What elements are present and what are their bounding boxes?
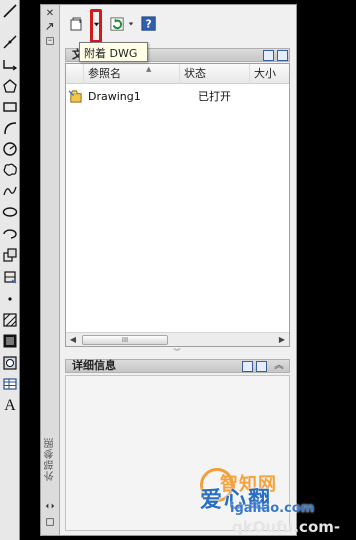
column-size[interactable]: 大小	[250, 64, 294, 84]
line-tool-icon[interactable]	[1, 2, 19, 20]
circle-tool-icon[interactable]	[1, 140, 19, 158]
multiline-text-tool[interactable]: A	[1, 397, 19, 415]
draw-toolbar: A	[0, 0, 20, 540]
ellipse-tool-icon[interactable]	[1, 203, 19, 221]
tree-view-icon[interactable]	[277, 50, 288, 61]
column-header-row: 参照名 ▲ 状态 大小	[66, 64, 289, 84]
column-icon-spacer	[66, 64, 84, 84]
column-reference-name[interactable]: 参照名 ▲	[84, 64, 180, 84]
refresh-dropdown-icon[interactable]	[127, 14, 135, 34]
properties-icon[interactable]	[44, 35, 56, 47]
grip-arrows-icon[interactable]	[44, 500, 56, 512]
horizontal-scrollbar[interactable]: ◀ III ▶	[66, 332, 289, 346]
details-panel	[65, 375, 290, 531]
collapse-chevron-icon[interactable]: ︽	[273, 360, 285, 372]
polygon-tool-icon[interactable]	[1, 77, 19, 95]
palette-menu-icon[interactable]	[44, 516, 56, 528]
status-cell: 已打开	[198, 90, 231, 103]
insert-block-tool-icon[interactable]	[1, 246, 19, 264]
autohide-icon[interactable]	[44, 21, 56, 33]
palette-toolbar: ?	[67, 9, 167, 43]
list-view-icon[interactable]	[263, 50, 274, 61]
attach-dwg-tooltip: 附着 DWG	[79, 42, 148, 62]
sort-ascending-icon: ▲	[146, 65, 152, 73]
column-label: 状态	[184, 67, 206, 80]
make-block-tool-icon[interactable]	[1, 268, 19, 286]
revision-cloud-tool-icon[interactable]	[1, 161, 19, 179]
xref-palette: ✕ 外部参照 ? 附着 DWG 文 参照名 ▲ 状态 大小 Drawing1 已…	[40, 4, 297, 536]
column-status[interactable]: 状态	[180, 64, 250, 84]
svg-text:?: ?	[145, 18, 151, 31]
details-view-icon[interactable]	[242, 361, 253, 372]
help-button[interactable]: ?	[140, 14, 158, 34]
column-label: 大小	[254, 67, 276, 80]
preview-view-icon[interactable]	[256, 361, 267, 372]
polyline-tool-icon[interactable]	[1, 55, 19, 73]
drawing-file-icon	[68, 89, 83, 110]
reference-name-cell: Drawing1	[88, 90, 141, 103]
palette-titlebar[interactable]: ✕ 外部参照	[41, 5, 60, 535]
table-row[interactable]: Drawing1 已打开	[66, 88, 289, 106]
column-label: 参照名	[88, 67, 121, 80]
spline-tool-icon[interactable]	[1, 182, 19, 200]
close-icon[interactable]: ✕	[44, 7, 56, 19]
refresh-button[interactable]	[107, 14, 127, 34]
file-references-list[interactable]: 参照名 ▲ 状态 大小 Drawing1 已打开 ◀ III ▶	[65, 63, 290, 347]
palette-body: ? 附着 DWG 文 参照名 ▲ 状态 大小 Drawing1 已打开 ◀ II…	[61, 5, 296, 535]
attach-dwg-button[interactable]	[67, 14, 87, 34]
hatch-tool-icon[interactable]	[1, 311, 19, 329]
region-tool-icon[interactable]	[1, 354, 19, 372]
panel-splitter[interactable]: ︾	[171, 348, 183, 356]
attach-dropdown-icon[interactable]	[92, 14, 101, 34]
rectangle-tool-icon[interactable]	[1, 98, 19, 116]
gradient-tool-icon[interactable]	[1, 332, 19, 350]
construction-line-tool-icon[interactable]	[1, 33, 19, 51]
details-title: 详细信息	[72, 359, 116, 372]
palette-vertical-title: 外部参照	[45, 437, 56, 481]
ellipse-arc-tool-icon[interactable]	[1, 225, 19, 243]
scroll-thumb[interactable]: III	[82, 335, 168, 345]
details-header[interactable]: 详细信息 ︽	[65, 359, 290, 373]
arc-tool-icon[interactable]	[1, 119, 19, 137]
point-tool-icon[interactable]	[1, 290, 19, 308]
scroll-right-icon[interactable]: ▶	[275, 333, 289, 347]
table-tool-icon[interactable]	[1, 375, 19, 393]
scroll-left-icon[interactable]: ◀	[66, 333, 80, 347]
